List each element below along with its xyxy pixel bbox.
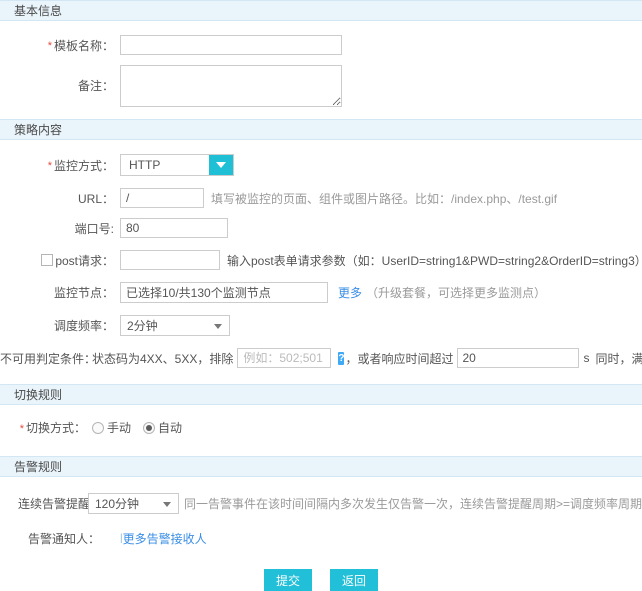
spacer bbox=[0, 238, 642, 250]
help-icon[interactable]: ? bbox=[338, 352, 344, 365]
switch-mode-option-auto-label: 自动 bbox=[158, 419, 182, 436]
url-input[interactable] bbox=[120, 188, 204, 208]
monitor-type-value: HTTP bbox=[121, 155, 209, 175]
row-alarm-contacts: 告警通知人： | 更多告警接收人 bbox=[0, 530, 642, 547]
repeat-alarm-hint: 同一告警事件在该时间间隔内多次发生仅告警一次，连续告警提醒周期>=调度频率周期 bbox=[184, 495, 642, 512]
spacer bbox=[0, 436, 642, 456]
spacer bbox=[0, 477, 642, 493]
chevron-down-icon bbox=[214, 324, 222, 329]
label-post-request: post请求： bbox=[0, 252, 120, 269]
section-header-basic-info: 基本信息 bbox=[0, 0, 642, 21]
row-remark: 备注： bbox=[0, 65, 642, 107]
label-schedule-frequency: 调度频率： bbox=[0, 317, 120, 334]
switch-mode-option-manual-label: 手动 bbox=[107, 419, 131, 436]
spacer bbox=[0, 368, 642, 384]
spacer bbox=[0, 21, 642, 35]
response-timeout-input[interactable] bbox=[457, 348, 579, 368]
row-switch-mode: *切换方式： 手动 自动 bbox=[0, 419, 642, 436]
section-header-policy-content: 策略内容 bbox=[0, 119, 642, 140]
label-monitor-type: *监控方式： bbox=[0, 157, 120, 174]
label-remark: 备注： bbox=[0, 65, 120, 107]
remark-textarea[interactable] bbox=[120, 65, 342, 107]
spacer bbox=[0, 55, 642, 65]
row-monitor-nodes: 监控节点： 更多 （升级套餐，可选择更多监测点） bbox=[0, 282, 642, 303]
alarm-contacts-more-link[interactable]: 更多告警接收人 bbox=[123, 530, 207, 547]
form-action-buttons: 提交 返回 bbox=[0, 569, 642, 591]
radio-manual[interactable] bbox=[92, 422, 104, 434]
timeout-unit-label: s bbox=[584, 351, 590, 365]
radio-auto[interactable] bbox=[143, 422, 155, 434]
spacer bbox=[0, 107, 642, 119]
monitor-template-form: 基本信息 *模板名称： 备注： 策略内容 *监控方式： HTTP URL： 填写… bbox=[0, 0, 642, 567]
exclude-status-code-input[interactable] bbox=[237, 348, 331, 368]
row-post-request: post请求： 输入post表单请求参数（如：UserID=string1&PW… bbox=[0, 250, 642, 270]
label-monitor-type-text: 监控方式： bbox=[54, 159, 114, 173]
switch-mode-option-manual[interactable]: 手动 bbox=[92, 419, 131, 436]
label-unavailable-condition: 不可用判定条件： bbox=[0, 350, 92, 367]
url-hint: 填写被监控的页面、组件或图片路径。比如：/index.php、/test.gif bbox=[211, 190, 557, 207]
spacer bbox=[0, 270, 642, 282]
label-switch-mode: *切换方式： bbox=[0, 419, 92, 436]
row-unavailable-condition: 不可用判定条件： 状态码为4XX、5XX，排除 ? ，或者响应时间超过 s 同时… bbox=[0, 348, 642, 368]
template-name-input[interactable] bbox=[120, 35, 342, 55]
repeat-alarm-select[interactable]: 120分钟 bbox=[88, 493, 179, 514]
switch-mode-option-auto[interactable]: 自动 bbox=[143, 419, 182, 436]
label-template-name: *模板名称： bbox=[0, 37, 120, 54]
spacer bbox=[0, 303, 642, 315]
dropdown-arrow-button[interactable] bbox=[209, 155, 233, 175]
monitor-nodes-hint: （升级套餐，可选择更多监测点） bbox=[366, 284, 546, 301]
spacer bbox=[0, 140, 642, 154]
section-header-switch-rule: 切换规则 bbox=[0, 384, 642, 405]
post-request-input[interactable] bbox=[120, 250, 220, 270]
label-alarm-contacts: 告警通知人： bbox=[0, 530, 88, 547]
spacer bbox=[0, 336, 642, 348]
post-request-hint: 输入post表单请求参数（如：UserID=string1&PWD=string… bbox=[227, 252, 642, 269]
row-url: URL： 填写被监控的页面、组件或图片路径。比如：/index.php、/tes… bbox=[0, 188, 642, 208]
label-template-name-text: 模板名称： bbox=[54, 39, 114, 53]
label-switch-mode-text: 切换方式： bbox=[26, 421, 86, 435]
required-marker-monitor-type: * bbox=[48, 160, 52, 172]
schedule-frequency-select[interactable]: 2分钟 bbox=[120, 315, 230, 336]
spacer bbox=[0, 208, 642, 218]
post-request-checkbox[interactable] bbox=[41, 254, 53, 266]
row-schedule-frequency: 调度频率： 2分钟 bbox=[0, 315, 642, 336]
chevron-down-icon bbox=[216, 162, 226, 168]
row-monitor-type: *监控方式： HTTP bbox=[0, 154, 642, 176]
required-marker-switch-mode: * bbox=[20, 423, 24, 435]
label-monitor-nodes: 监控节点： bbox=[0, 284, 120, 301]
unavailable-condition-text-middle: ，或者响应时间超过 bbox=[345, 350, 453, 367]
monitor-nodes-more-link[interactable]: 更多 bbox=[338, 284, 362, 301]
spacer bbox=[0, 405, 642, 419]
row-template-name: *模板名称： bbox=[0, 35, 642, 55]
submit-button[interactable]: 提交 bbox=[264, 569, 312, 591]
row-repeat-alarm: 连续告警提醒: 120分钟 同一告警事件在该时间间隔内多次发生仅告警一次，连续告… bbox=[0, 493, 642, 514]
spacer bbox=[0, 514, 642, 530]
required-marker-template-name: * bbox=[48, 40, 52, 52]
row-port: 端口号: bbox=[0, 218, 642, 238]
monitor-nodes-input[interactable] bbox=[120, 282, 328, 303]
repeat-alarm-value: 120分钟 bbox=[95, 495, 139, 512]
unavailable-condition-text-before: 状态码为4XX、5XX，排除 bbox=[92, 350, 233, 367]
back-button[interactable]: 返回 bbox=[330, 569, 378, 591]
label-port: 端口号: bbox=[0, 220, 120, 237]
chevron-down-icon bbox=[163, 502, 171, 507]
label-url: URL： bbox=[0, 190, 120, 207]
unavailable-condition-text-after: 同时，满足上述条件的监测点为100% bbox=[596, 350, 642, 367]
spacer bbox=[0, 176, 642, 188]
section-header-alarm-rule: 告警规则 bbox=[0, 456, 642, 477]
schedule-frequency-value: 2分钟 bbox=[127, 317, 158, 334]
label-repeat-alarm: 连续告警提醒: bbox=[0, 495, 88, 512]
label-post-request-text: post请求： bbox=[55, 252, 114, 269]
monitor-type-select[interactable]: HTTP bbox=[120, 154, 234, 176]
port-input[interactable] bbox=[120, 218, 228, 238]
